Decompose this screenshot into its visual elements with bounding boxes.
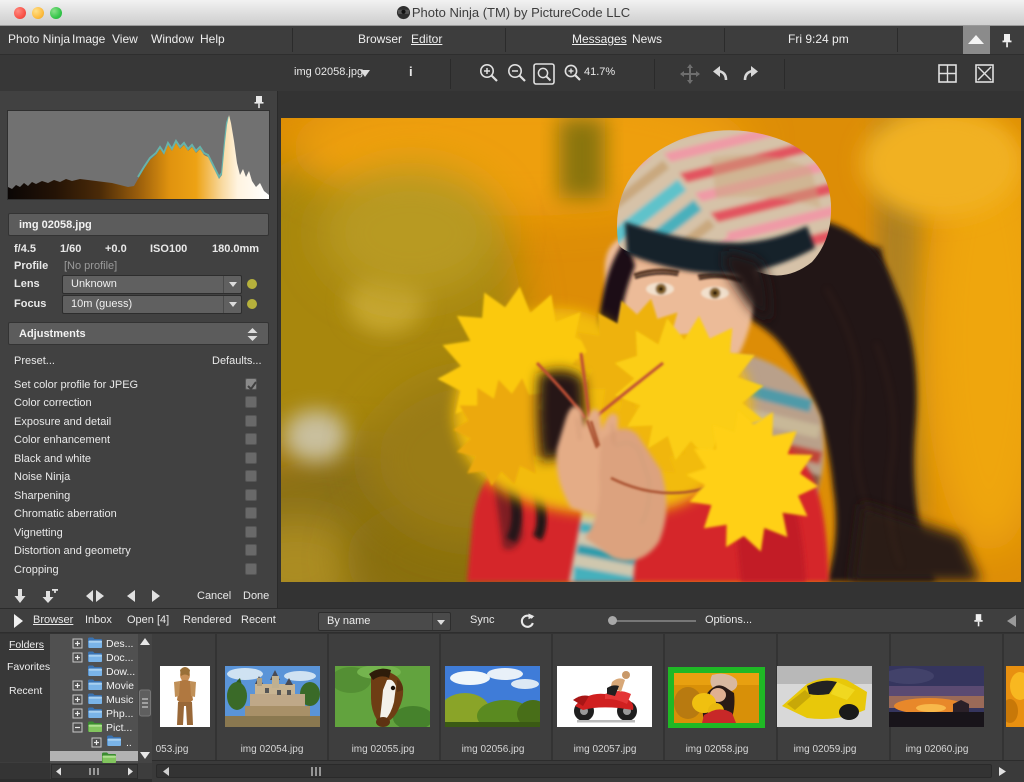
svg-text:Music: Music — [106, 694, 133, 706]
svg-text:Doc...: Doc... — [106, 652, 133, 664]
svg-text:Movie: Movie — [106, 680, 134, 692]
svg-text:Php...: Php... — [106, 708, 133, 720]
svg-text:Des...: Des... — [106, 638, 133, 650]
svg-text:Pict...: Pict... — [106, 722, 132, 734]
svg-text:Dow...: Dow... — [106, 666, 135, 678]
